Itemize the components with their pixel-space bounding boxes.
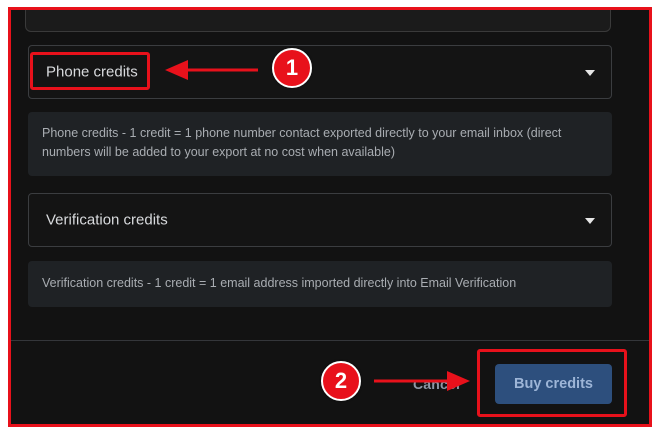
step-2-badge: 2 (321, 361, 361, 401)
arrow-to-buy-credits (374, 371, 470, 391)
arrow-to-phone-credits (165, 60, 258, 80)
step-1-badge: 1 (272, 48, 312, 88)
